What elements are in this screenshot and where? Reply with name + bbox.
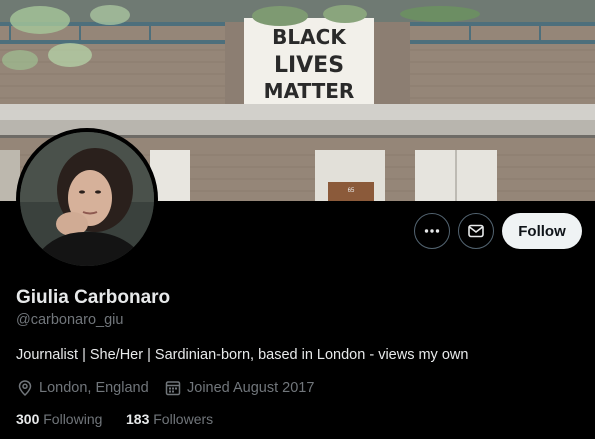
message-button[interactable] [458,213,494,249]
calendar-icon [165,381,181,396]
follow-button[interactable]: Follow [502,213,582,249]
more-button[interactable] [414,213,450,249]
followers-link[interactable]: 183 Followers [126,411,213,427]
door-number: 65 [348,188,355,194]
following-count: 300 [16,411,40,427]
profile-handle: @carbonaro_giu [16,312,124,328]
followers-label: Followers [153,411,214,427]
profile-joined: Joined August 2017 [164,379,314,397]
profile-bio: Journalist | She/Her | Sardinian-born, b… [16,347,469,363]
profile-location: London, England [16,379,149,397]
envelope-icon [468,224,484,238]
sign-line-2: LIVES [274,53,344,78]
following-link[interactable]: 300 Following [16,411,102,427]
profile-name: Giulia Carbonaro [16,287,171,308]
avatar-photo [20,132,154,266]
following-label: Following [43,411,103,427]
location-pin-icon [18,380,32,397]
sign-line-3: MATTER [264,79,355,103]
more-horizontal-icon [424,229,440,233]
location-text: London, England [39,380,149,396]
joined-text: Joined August 2017 [187,380,315,396]
sign-line-1: BLACK [272,25,347,49]
followers-count: 183 [126,411,150,427]
avatar[interactable] [16,128,158,270]
